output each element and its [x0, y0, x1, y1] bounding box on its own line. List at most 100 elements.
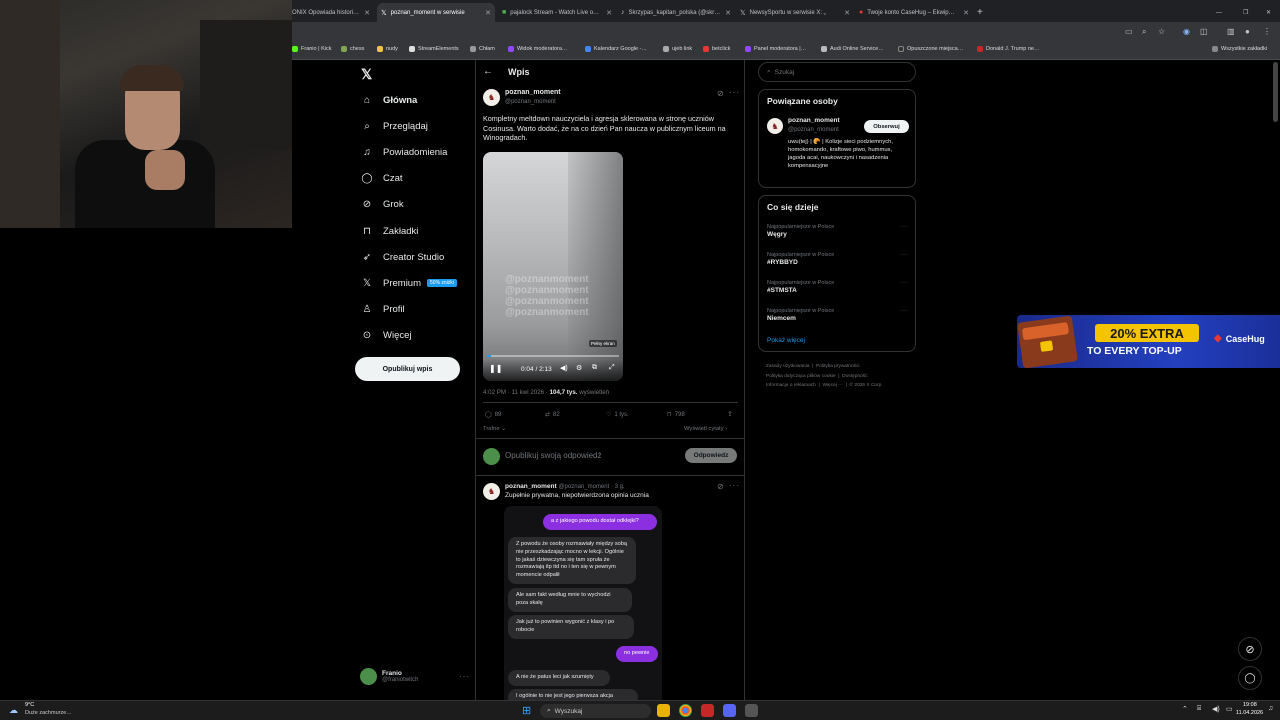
- account-switcher[interactable]: Franio @franiotwitch ···: [360, 666, 470, 686]
- close-tab-icon[interactable]: ✕: [963, 9, 969, 17]
- more-dots-icon[interactable]: ···: [900, 252, 909, 258]
- reply-input[interactable]: Opublikuj swoją odpowiedź: [505, 451, 602, 460]
- volume-icon[interactable]: ◀): [560, 364, 568, 372]
- related-avatar[interactable]: ♞: [767, 118, 783, 134]
- video-player[interactable]: @poznanmoment @poznanmoment @poznanmomen…: [483, 152, 623, 381]
- browser-tab[interactable]: ♪ Skrzypas_kapitan_polska (@skr… ✕: [617, 3, 735, 22]
- puzzle-icon[interactable]: ◫: [1200, 27, 1208, 36]
- related-name[interactable]: poznan_moment: [788, 117, 840, 124]
- bookmark-item[interactable]: ujeb link: [663, 46, 692, 52]
- pip-icon[interactable]: ⧉: [592, 364, 597, 372]
- footer-link[interactable]: Dostępność: [842, 374, 867, 379]
- minimize-icon[interactable]: —: [1212, 3, 1226, 22]
- footer-link[interactable]: Polityka prywatności: [816, 364, 859, 369]
- reply-action[interactable]: ◯ 89: [485, 411, 501, 419]
- cast-icon[interactable]: ▭: [1125, 27, 1133, 36]
- browser-tab[interactable]: ■ pajalock Stream - Watch Live o… ✕: [498, 3, 616, 22]
- zoom-icon[interactable]: ⌕: [1142, 27, 1146, 37]
- nav-profile[interactable]: ♙ Profil: [361, 303, 405, 315]
- post-button[interactable]: Opublikuj wpis: [355, 357, 460, 381]
- nav-grok[interactable]: ⊘ Grok: [361, 198, 404, 210]
- x-logo-icon[interactable]: 𝕏: [361, 66, 372, 83]
- clock-date[interactable]: 11.04.2026: [1236, 710, 1263, 716]
- pause-icon[interactable]: ❚❚: [489, 364, 502, 373]
- nav-chat[interactable]: ◯ Czat: [361, 172, 402, 184]
- browser-tab[interactable]: ONIX Opowiada histori… ✕: [288, 3, 374, 22]
- bookmark-item[interactable]: Audi Online Service…: [821, 46, 884, 52]
- windows-start-icon[interactable]: ⊞: [522, 704, 531, 717]
- nav-more[interactable]: ⊙ Więcej: [361, 329, 412, 341]
- network-icon[interactable]: ⌸: [1197, 705, 1201, 713]
- footer-link[interactable]: Polityka dotycząca plików cookie: [766, 374, 836, 379]
- trend-item[interactable]: Najpopularniejsze w Polsce #STMSTA ···: [767, 280, 909, 294]
- bookmark-item[interactable]: Chłam: [470, 46, 495, 52]
- more-dots-icon[interactable]: ···: [900, 224, 909, 230]
- nav-explore[interactable]: ⌕ Przeglądaj: [361, 120, 428, 132]
- all-bookmarks[interactable]: Wszystkie zakładki: [1212, 46, 1267, 52]
- clock-time[interactable]: 19:08: [1243, 702, 1257, 708]
- nav-bookmarks[interactable]: ⊓ Zakładki: [361, 225, 418, 237]
- close-tab-icon[interactable]: ✕: [606, 9, 612, 17]
- reply-author-name[interactable]: poznan_moment: [505, 483, 557, 490]
- grok-icon[interactable]: ⊘: [717, 89, 724, 98]
- author-avatar[interactable]: ♞: [483, 89, 500, 106]
- profile-avatar-icon[interactable]: ●: [1245, 27, 1250, 36]
- follow-button[interactable]: Obserwuj: [864, 120, 909, 133]
- more-dots-icon[interactable]: ···: [900, 280, 909, 286]
- browser-tab[interactable]: ● Twoje konto CaseHug – Ekwip… ✕: [855, 3, 973, 22]
- nav-notifications[interactable]: ♫ Powiadomienia: [361, 146, 447, 158]
- author-name[interactable]: poznan_moment: [505, 89, 561, 96]
- maximize-icon[interactable]: ❐: [1239, 3, 1253, 22]
- settings-icon[interactable]: [745, 704, 758, 717]
- nav-home[interactable]: ⌂ Główna: [361, 94, 417, 106]
- trend-item[interactable]: Najpopularniejsze w Polsce Węgry ···: [767, 224, 909, 238]
- close-tab-icon[interactable]: ✕: [725, 9, 731, 17]
- reply-sort[interactable]: Trafne ⌄: [483, 426, 506, 432]
- footer-link[interactable]: Informacje o reklamach: [766, 383, 816, 388]
- bookmark-item[interactable]: StreamElements: [409, 46, 459, 52]
- battery-icon[interactable]: ▭: [1226, 705, 1233, 713]
- show-more-link[interactable]: Pokaż więcej: [767, 337, 805, 344]
- fullscreen-icon[interactable]: ⤢: [609, 364, 615, 372]
- new-tab-button[interactable]: +: [973, 3, 987, 22]
- grok-icon[interactable]: ⊘: [717, 482, 724, 491]
- bookmark-item[interactable]: Panel moderatora |…: [745, 46, 806, 52]
- app-icon[interactable]: [701, 704, 714, 717]
- trend-item[interactable]: Najpopularniejsze w Polsce Niemcem ···: [767, 308, 909, 322]
- bookmark-item[interactable]: Opuszczone miejsca…: [898, 46, 963, 52]
- notifications-icon[interactable]: ♫: [1268, 705, 1273, 712]
- chrome-icon[interactable]: [679, 704, 692, 717]
- tray-chevron-icon[interactable]: ⌃: [1182, 705, 1188, 713]
- file-explorer-icon[interactable]: [657, 704, 670, 717]
- extension-icon[interactable]: ◉: [1183, 27, 1190, 36]
- page-scrollbar[interactable]: [1273, 62, 1278, 122]
- video-progress-track[interactable]: [487, 355, 619, 357]
- nav-premium[interactable]: 𝕏 Premium 50% zniżki: [361, 277, 457, 289]
- reply-author-avatar[interactable]: ♞: [483, 483, 500, 500]
- browser-tab[interactable]: 𝕏 NewsySportu w serwisie X: „ ✕: [736, 3, 854, 22]
- like-action[interactable]: ♡ 1 tys.: [606, 411, 629, 419]
- close-tab-icon[interactable]: ✕: [485, 9, 491, 17]
- more-dots-icon[interactable]: ···: [729, 481, 740, 490]
- reply-button[interactable]: Odpowiedz: [685, 448, 737, 463]
- bookmark-item[interactable]: Widok moderatora…: [508, 46, 567, 52]
- discord-icon[interactable]: [723, 704, 736, 717]
- repost-action[interactable]: ⇄ 82: [545, 411, 560, 419]
- menu-kebab-icon[interactable]: ⋮: [1263, 27, 1271, 36]
- star-icon[interactable]: ☆: [1158, 27, 1165, 36]
- bookmark-item[interactable]: Franio | Kick: [292, 46, 331, 52]
- nav-creator-studio[interactable]: ➶ Creator Studio: [361, 251, 444, 263]
- trend-item[interactable]: Najpopularniejsze w Polsce #RYBBYD ···: [767, 252, 909, 266]
- view-quotes-link[interactable]: Wyświetl cytaty ›: [684, 426, 727, 432]
- share-icon[interactable]: ⇪: [727, 410, 733, 418]
- bookmark-action[interactable]: ⊓ 798: [667, 411, 685, 419]
- more-dots-icon[interactable]: ···: [900, 308, 909, 314]
- bookmark-item[interactable]: Kalendarz Google -…: [585, 46, 647, 52]
- sidebar-icon[interactable]: ▥: [1227, 27, 1235, 36]
- casehug-ad-banner[interactable]: 20% EXTRA TO EVERY TOP-UP ◆ CaseHug: [1017, 315, 1280, 368]
- footer-link[interactable]: Zasady użytkowania: [766, 364, 809, 369]
- bookmark-item[interactable]: chess: [341, 46, 364, 52]
- messages-icon[interactable]: ◯: [1238, 666, 1262, 690]
- search-input[interactable]: ⌕ Szukaj: [758, 62, 916, 82]
- browser-tab-active[interactable]: 𝕏poznan_moment w serwisie ✕: [377, 3, 495, 22]
